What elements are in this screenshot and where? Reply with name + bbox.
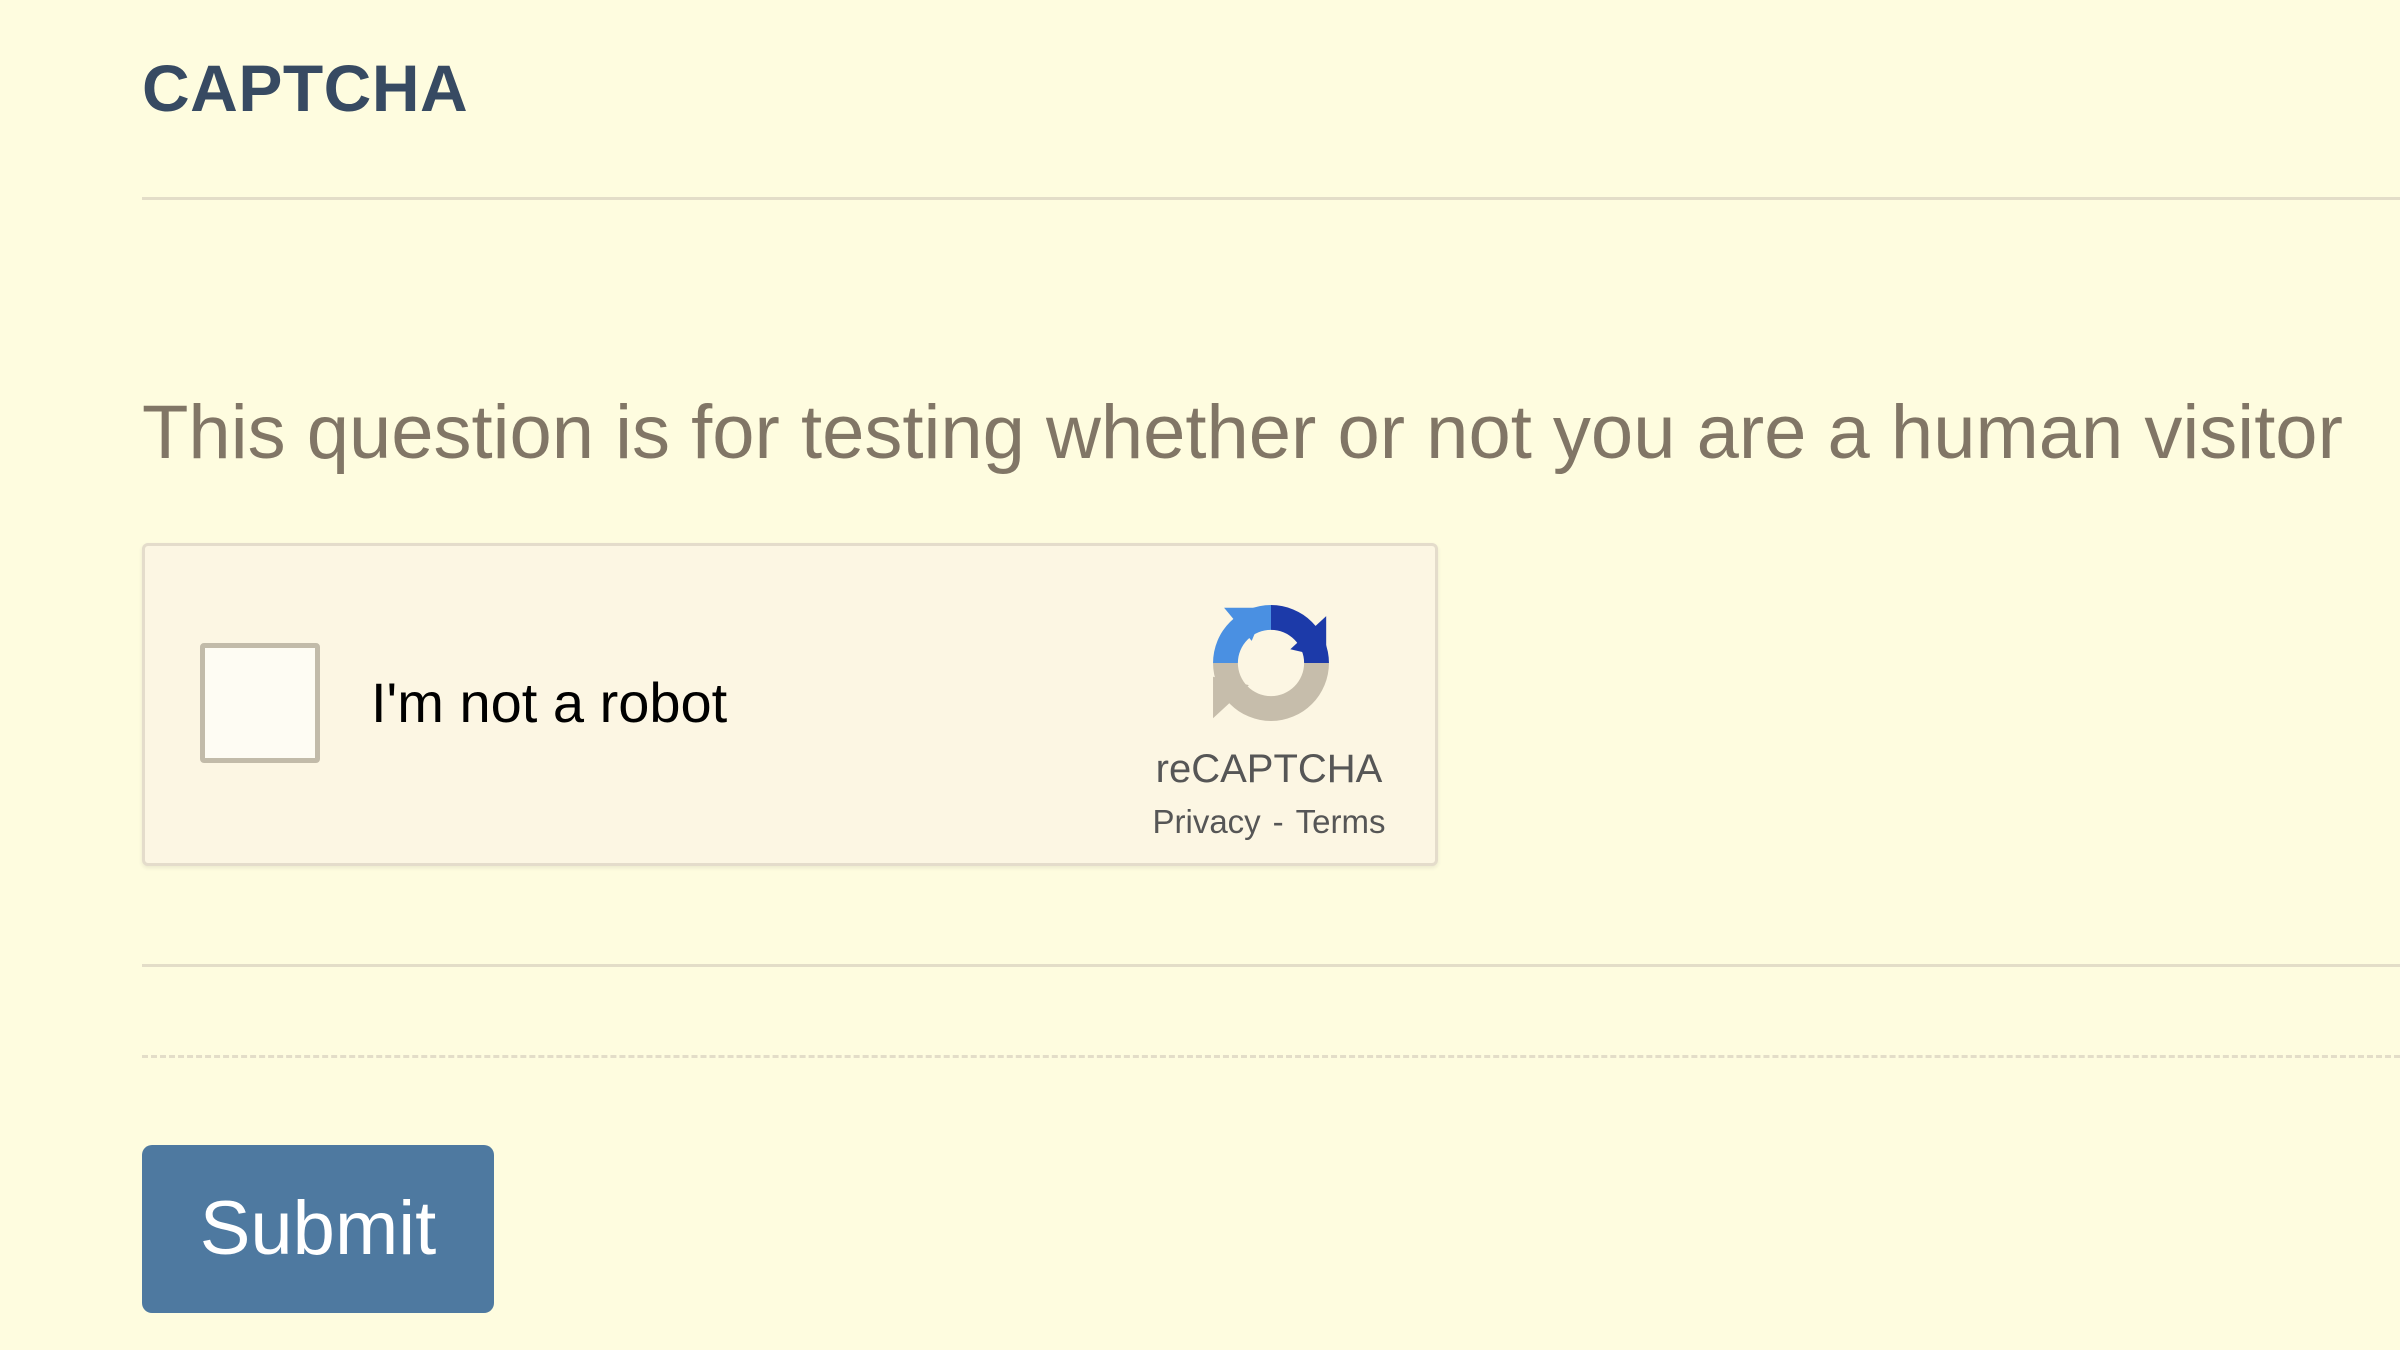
section-title: CAPTCHA (142, 51, 469, 125)
recaptcha-brand-label: reCAPTCHA (1155, 747, 1383, 791)
submit-button[interactable]: Submit (142, 1145, 494, 1313)
title-divider (142, 197, 2400, 200)
privacy-link[interactable]: Privacy (1152, 803, 1260, 840)
captcha-description: This question is for testing whether or … (142, 390, 2343, 475)
legal-separator: - (1272, 803, 1284, 840)
recaptcha-legal-links: Privacy - Terms (1111, 802, 1427, 842)
form-actions-divider (142, 1055, 2400, 1058)
captcha-form-page: CAPTCHA This question is for testing whe… (0, 0, 2400, 1350)
recaptcha-widget: I'm not a robot reCAPTCHA Privacy - Terms (142, 543, 1438, 866)
terms-link[interactable]: Terms (1296, 803, 1386, 840)
not-robot-label[interactable]: I'm not a robot (371, 668, 727, 738)
captcha-bottom-divider (142, 964, 2400, 967)
recaptcha-logo-icon (1213, 605, 1329, 721)
not-robot-checkbox[interactable] (200, 643, 320, 763)
